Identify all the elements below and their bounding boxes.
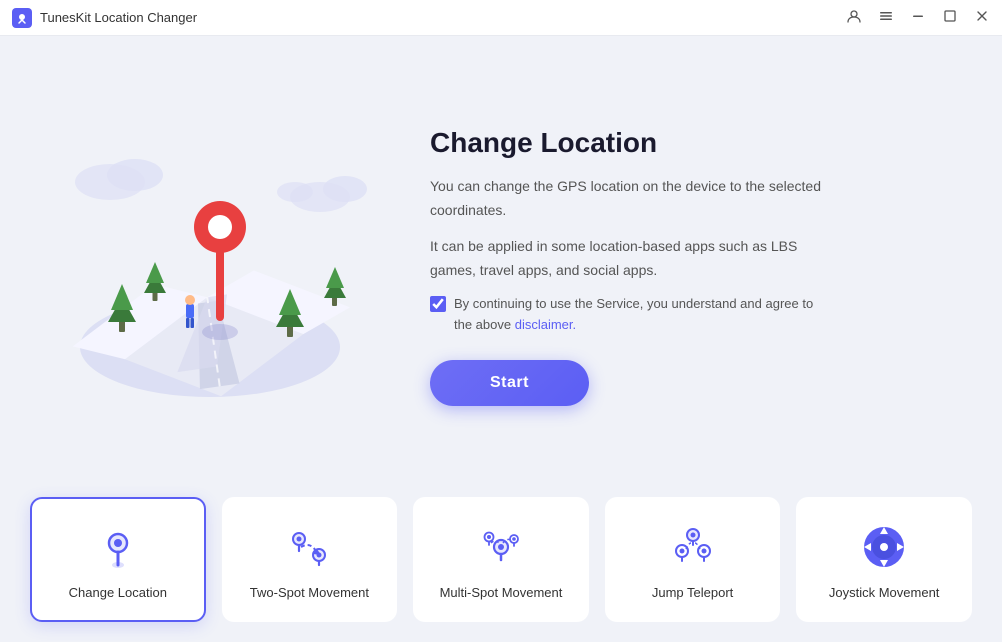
- card-multi-spot-label: Multi-Spot Movement: [440, 585, 563, 600]
- change-location-icon: [90, 519, 146, 575]
- agreement-row: By continuing to use the Service, you un…: [430, 294, 942, 336]
- multi-spot-icon: [473, 519, 529, 575]
- close-icon[interactable]: [974, 8, 990, 27]
- agreement-label: By continuing to use the Service, you un…: [454, 294, 834, 336]
- titlebar: TunesKit Location Changer: [0, 0, 1002, 36]
- minimize-icon[interactable]: [910, 8, 926, 27]
- card-change-location-label: Change Location: [69, 585, 167, 600]
- joystick-icon: [856, 519, 912, 575]
- card-change-location[interactable]: Change Location: [30, 497, 206, 622]
- card-joystick-label: Joystick Movement: [829, 585, 940, 600]
- card-multi-spot[interactable]: Multi-Spot Movement: [413, 497, 589, 622]
- titlebar-left: TunesKit Location Changer: [12, 8, 197, 28]
- start-button[interactable]: Start: [430, 360, 589, 406]
- window-controls: [846, 8, 990, 27]
- jump-teleport-icon: [665, 519, 721, 575]
- account-icon[interactable]: [846, 8, 862, 27]
- card-two-spot-label: Two-Spot Movement: [250, 585, 369, 600]
- card-jump-teleport[interactable]: Jump Teleport: [605, 497, 781, 622]
- panel-desc-1: You can change the GPS location on the d…: [430, 175, 830, 223]
- main-content: Change Location You can change the GPS l…: [0, 36, 1002, 642]
- app-title: TunesKit Location Changer: [40, 10, 197, 25]
- app-logo: [12, 8, 32, 28]
- card-two-spot[interactable]: Two-Spot Movement: [222, 497, 398, 622]
- two-spot-icon: [281, 519, 337, 575]
- agreement-checkbox[interactable]: [430, 296, 446, 312]
- card-jump-teleport-label: Jump Teleport: [652, 585, 733, 600]
- maximize-icon[interactable]: [942, 8, 958, 27]
- panel-desc-2: It can be applied in some location-based…: [430, 235, 830, 283]
- info-panel: Change Location You can change the GPS l…: [410, 127, 942, 406]
- hero-section: Change Location You can change the GPS l…: [0, 36, 1002, 487]
- card-joystick[interactable]: Joystick Movement: [796, 497, 972, 622]
- cards-section: Change Location: [0, 487, 1002, 642]
- panel-title: Change Location: [430, 127, 942, 159]
- menu-icon[interactable]: [878, 8, 894, 27]
- disclaimer-link[interactable]: disclaimer.: [515, 317, 576, 332]
- illustration: [40, 117, 380, 417]
